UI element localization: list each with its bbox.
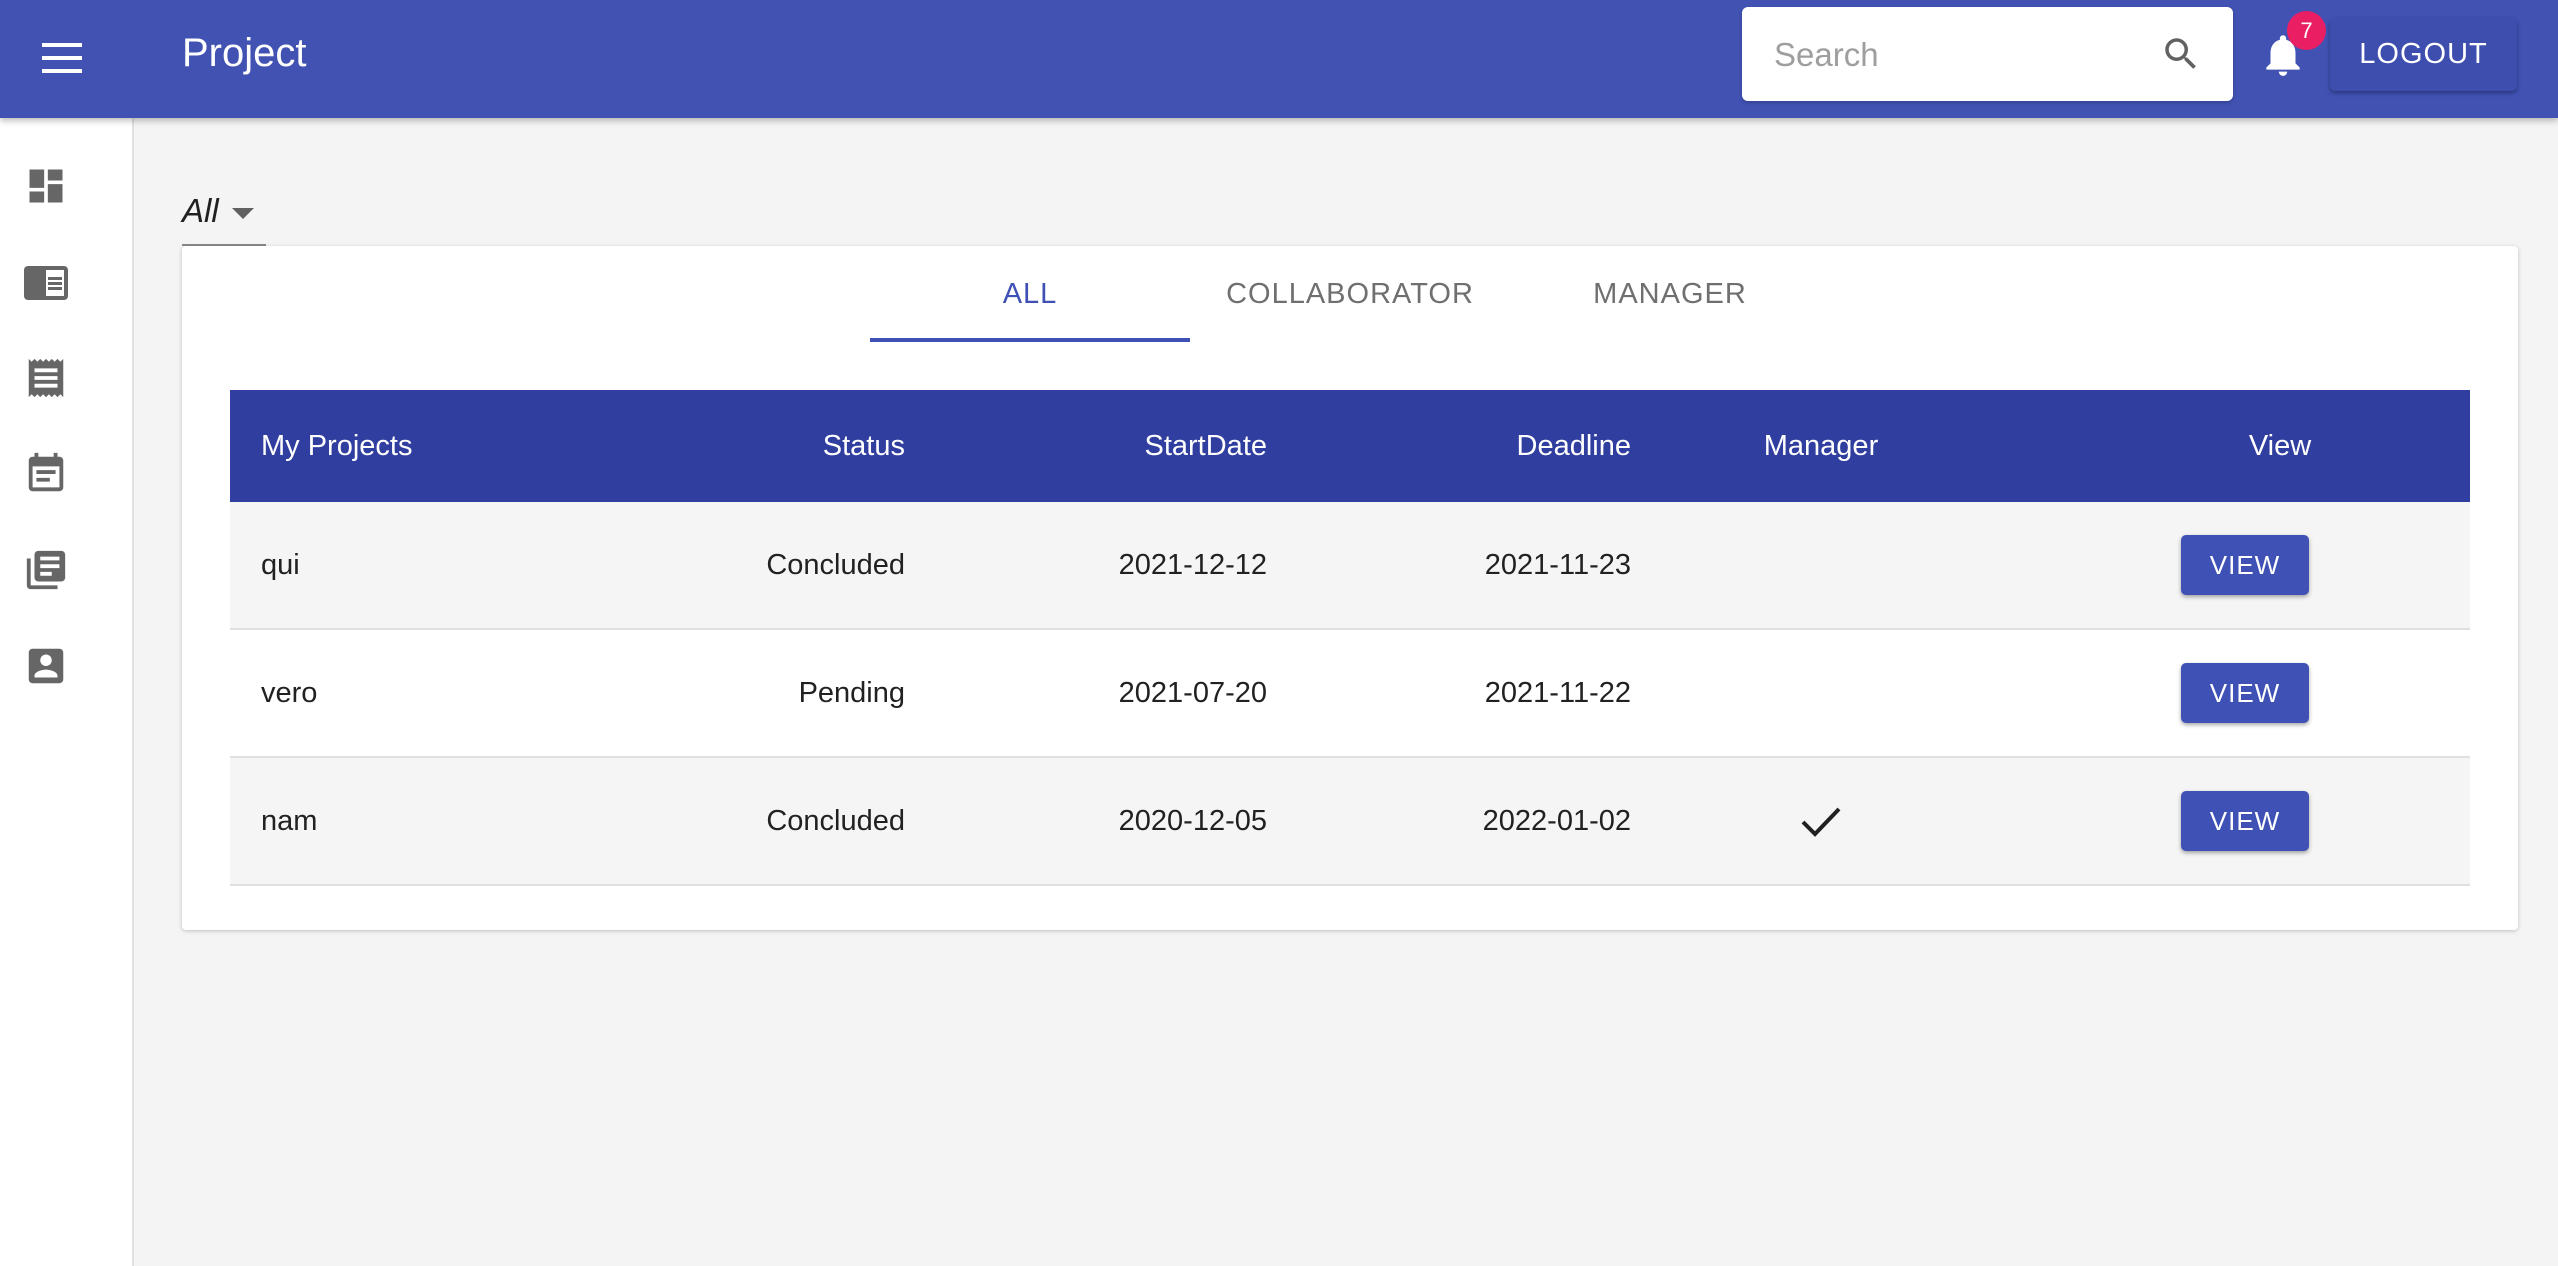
sidebar-item-contacts[interactable] <box>20 640 72 692</box>
project-name: qui <box>261 548 300 581</box>
manager-cell <box>1759 630 1883 756</box>
notification-badge: 7 <box>2287 11 2326 50</box>
event-note-icon <box>28 452 64 492</box>
tab-indicator <box>870 338 1190 342</box>
receipt-icon <box>28 358 64 398</box>
project-status: Concluded <box>766 804 905 837</box>
view-cell: VIEW <box>2160 758 2400 884</box>
header-view: View <box>2248 429 2312 462</box>
header-deadline: Deadline <box>1516 429 1631 462</box>
chrome-reader-icon <box>24 266 68 300</box>
project-deadline: 2021-11-23 <box>1484 548 1631 581</box>
manager-cell <box>1759 502 1883 628</box>
menu-button[interactable] <box>30 30 94 86</box>
project-name: nam <box>261 804 318 837</box>
project-deadline: 2021-11-22 <box>1484 676 1631 709</box>
project-startdate: 2020-12-05 <box>1118 804 1267 837</box>
projects-card: ALL COLLABORATOR MANAGER My Projects Sta… <box>182 246 2518 930</box>
table-row: nam Concluded 2020-12-05 2022-01-02 VIEW <box>230 758 2470 886</box>
project-startdate: 2021-07-20 <box>1118 676 1267 709</box>
header-manager: Manager <box>1763 429 1879 462</box>
search-box[interactable] <box>1742 7 2233 103</box>
project-deadline: 2022-01-02 <box>1482 804 1631 837</box>
view-cell: VIEW <box>2160 630 2400 756</box>
table-header: My Projects Status StartDate Deadline Ma… <box>230 390 2470 502</box>
sidebar-item-dashboard[interactable] <box>20 160 72 212</box>
project-startdate: 2021-12-12 <box>1118 548 1267 581</box>
menu-icon <box>42 43 82 73</box>
checkmark-icon <box>1801 807 1841 837</box>
header-my-projects: My Projects <box>261 429 413 462</box>
header-startdate: StartDate <box>1144 429 1268 462</box>
sidebar <box>0 118 134 1266</box>
sidebar-item-events[interactable] <box>20 448 72 500</box>
table-row: qui Concluded 2021-12-12 2021-11-23 VIEW <box>230 502 2470 630</box>
page-title: Project <box>182 31 307 75</box>
view-button[interactable]: VIEW <box>2181 535 2309 595</box>
projects-table: My Projects Status StartDate Deadline Ma… <box>230 390 2470 886</box>
sidebar-item-library[interactable] <box>20 544 72 596</box>
tab-collaborator[interactable]: COLLABORATOR <box>1190 246 1510 342</box>
dropdown-arrow-icon <box>232 208 254 219</box>
search-icon[interactable] <box>2160 33 2202 75</box>
view-button[interactable]: VIEW <box>2181 663 2309 723</box>
project-status: Pending <box>798 676 905 709</box>
sidebar-item-receipt[interactable] <box>20 352 72 404</box>
view-cell: VIEW <box>2160 502 2400 628</box>
logout-button[interactable]: LOGOUT <box>2330 18 2517 91</box>
contact-icon <box>28 648 64 684</box>
app-bar: Project 7 LOGOUT <box>0 0 2558 118</box>
dashboard-icon <box>29 169 63 203</box>
search-input[interactable] <box>1772 7 2146 103</box>
sidebar-item-reader[interactable] <box>20 256 72 308</box>
project-name: vero <box>261 676 318 709</box>
role-filter-select[interactable]: All <box>182 186 266 246</box>
project-status: Concluded <box>766 548 905 581</box>
header-status: Status <box>822 429 905 462</box>
tab-manager[interactable]: MANAGER <box>1510 246 1830 342</box>
view-button[interactable]: VIEW <box>2181 791 2309 851</box>
table-row: vero Pending 2021-07-20 2021-11-22 VIEW <box>230 630 2470 758</box>
manager-cell <box>1759 758 1883 884</box>
filter-value: All <box>182 192 219 229</box>
tab-all[interactable]: ALL <box>870 246 1190 342</box>
library-books-icon <box>26 550 66 590</box>
